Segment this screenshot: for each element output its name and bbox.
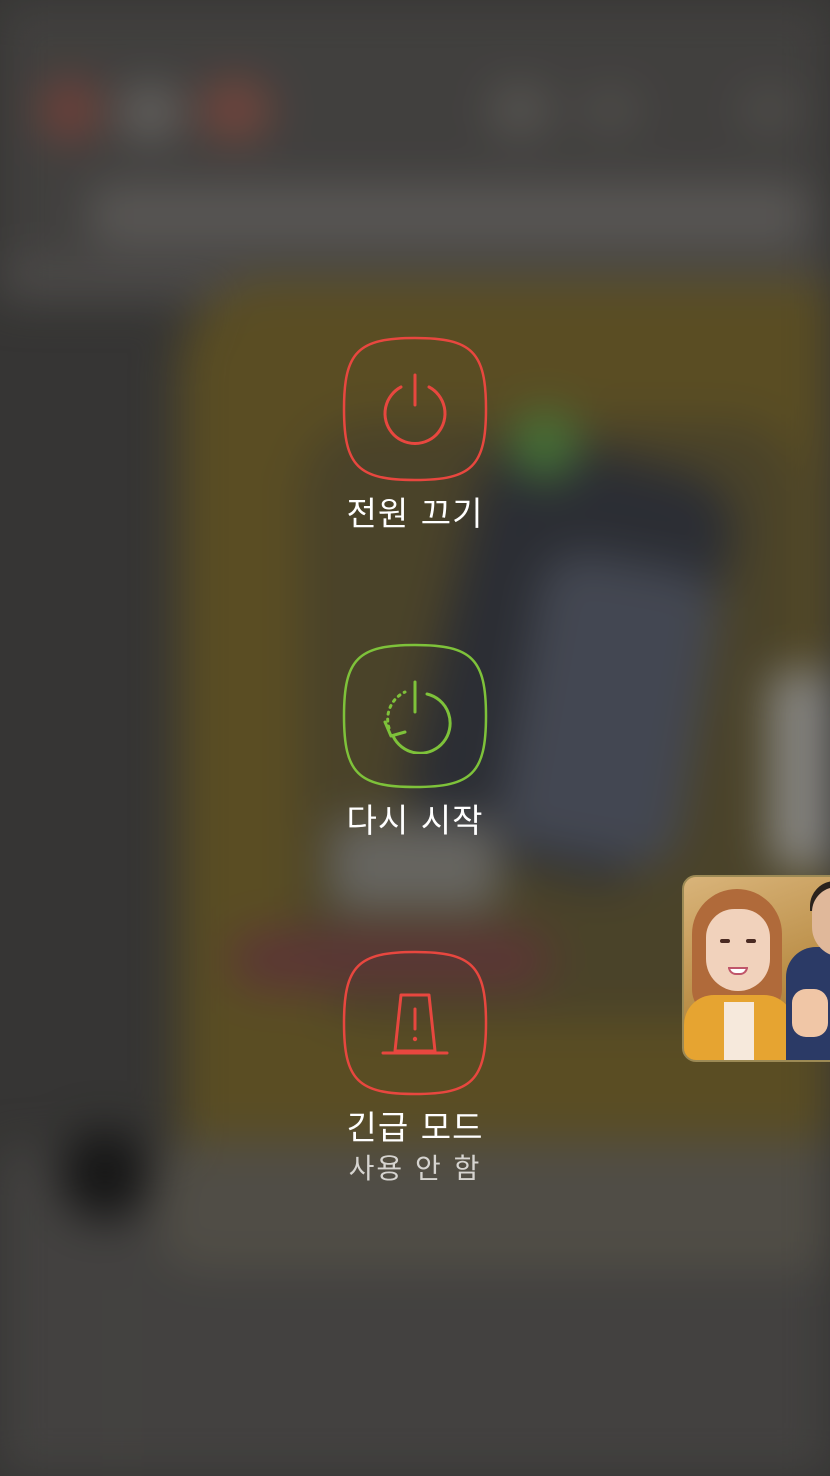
restart-icon xyxy=(383,680,452,754)
power-menu: 전원 끄기 다시 시작 긴급 모드 사용 안 함 xyxy=(0,0,830,1476)
emergency-mode-label: 긴급 모드 xyxy=(346,1108,484,1147)
restart-button[interactable]: 다시 시작 xyxy=(315,643,515,841)
emergency-mode-tile[interactable] xyxy=(342,950,488,1096)
pip-video-thumbnail[interactable] xyxy=(682,875,830,1062)
emergency-light-icon xyxy=(381,993,449,1055)
power-off-label: 전원 끄기 xyxy=(346,494,484,533)
emergency-mode-status: 사용 안 함 xyxy=(348,1152,482,1185)
power-off-button[interactable]: 전원 끄기 xyxy=(315,336,515,534)
restart-tile[interactable] xyxy=(342,643,488,789)
emergency-mode-button[interactable]: 긴급 모드 사용 안 함 xyxy=(315,950,515,1186)
power-icon xyxy=(383,373,447,445)
restart-label: 다시 시작 xyxy=(346,801,484,840)
power-off-tile[interactable] xyxy=(342,336,488,482)
